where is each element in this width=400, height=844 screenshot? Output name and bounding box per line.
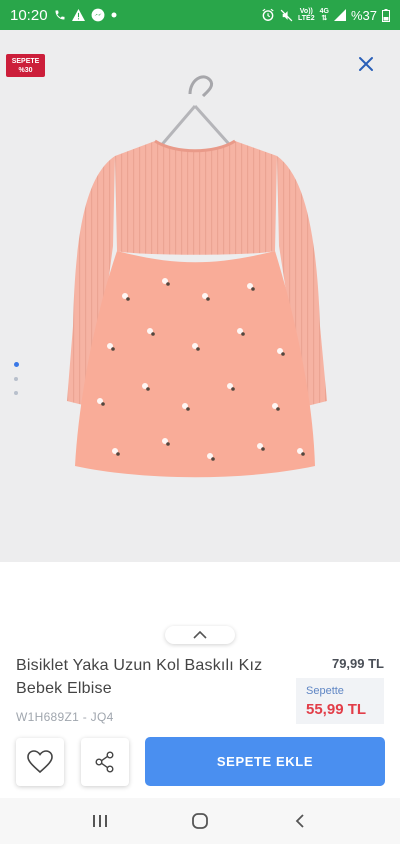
product-code: W1H689Z1 - JQ4	[16, 710, 114, 724]
alarm-icon	[261, 8, 275, 22]
product-info-sheet: Bisiklet Yaka Uzun Kol Baskılı Kız Bebek…	[0, 562, 400, 798]
recent-apps-icon	[93, 815, 107, 827]
messenger-icon	[91, 8, 105, 22]
back-icon	[295, 814, 304, 828]
recent-apps-button[interactable]	[80, 806, 120, 836]
close-icon	[359, 57, 373, 71]
share-button[interactable]	[81, 738, 129, 786]
close-button[interactable]	[356, 54, 376, 74]
notification-dot-icon	[111, 12, 117, 18]
share-icon	[95, 751, 114, 773]
product-title: Bisiklet Yaka Uzun Kol Baskılı Kız Bebek…	[16, 657, 263, 697]
product-image	[67, 75, 327, 478]
cart-price-label: Sepette	[306, 685, 344, 697]
system-nav-bar	[0, 798, 400, 844]
cart-price: 55,99 TL	[306, 701, 367, 718]
page-dot-active[interactable]	[14, 362, 19, 367]
page-dot[interactable]	[14, 391, 18, 395]
home-icon	[192, 813, 208, 829]
old-price: 79,99 TL	[331, 656, 384, 671]
image-pagination	[14, 362, 19, 395]
battery-percent: %37	[350, 7, 377, 23]
favorite-button[interactable]	[16, 738, 64, 786]
phone-icon	[54, 9, 66, 21]
volte-indicator: Vo)) LTE2	[298, 8, 315, 22]
chevron-up-icon	[193, 631, 207, 639]
product-image-gallery[interactable]: SEPETE %30	[0, 30, 400, 562]
signal-icon	[333, 9, 346, 21]
status-time: 10:20	[10, 6, 48, 24]
status-bar: 10:20 Vo)) LTE2 4G ⇅ %37	[0, 0, 400, 30]
cart-price-box: Sepette 55,99 TL	[296, 678, 384, 724]
page-dot[interactable]	[14, 377, 18, 381]
heart-icon	[27, 750, 53, 774]
expand-details-handle[interactable]	[165, 626, 235, 644]
battery-icon	[382, 8, 390, 22]
sale-badge: SEPETE %30	[6, 54, 45, 77]
add-to-cart-button[interactable]: SEPETE EKLE	[145, 737, 385, 786]
home-button[interactable]	[180, 806, 220, 836]
warning-icon	[71, 9, 85, 21]
back-button[interactable]	[280, 806, 320, 836]
mobile-data-indicator: 4G ⇅	[319, 8, 329, 22]
mute-icon	[280, 9, 293, 22]
